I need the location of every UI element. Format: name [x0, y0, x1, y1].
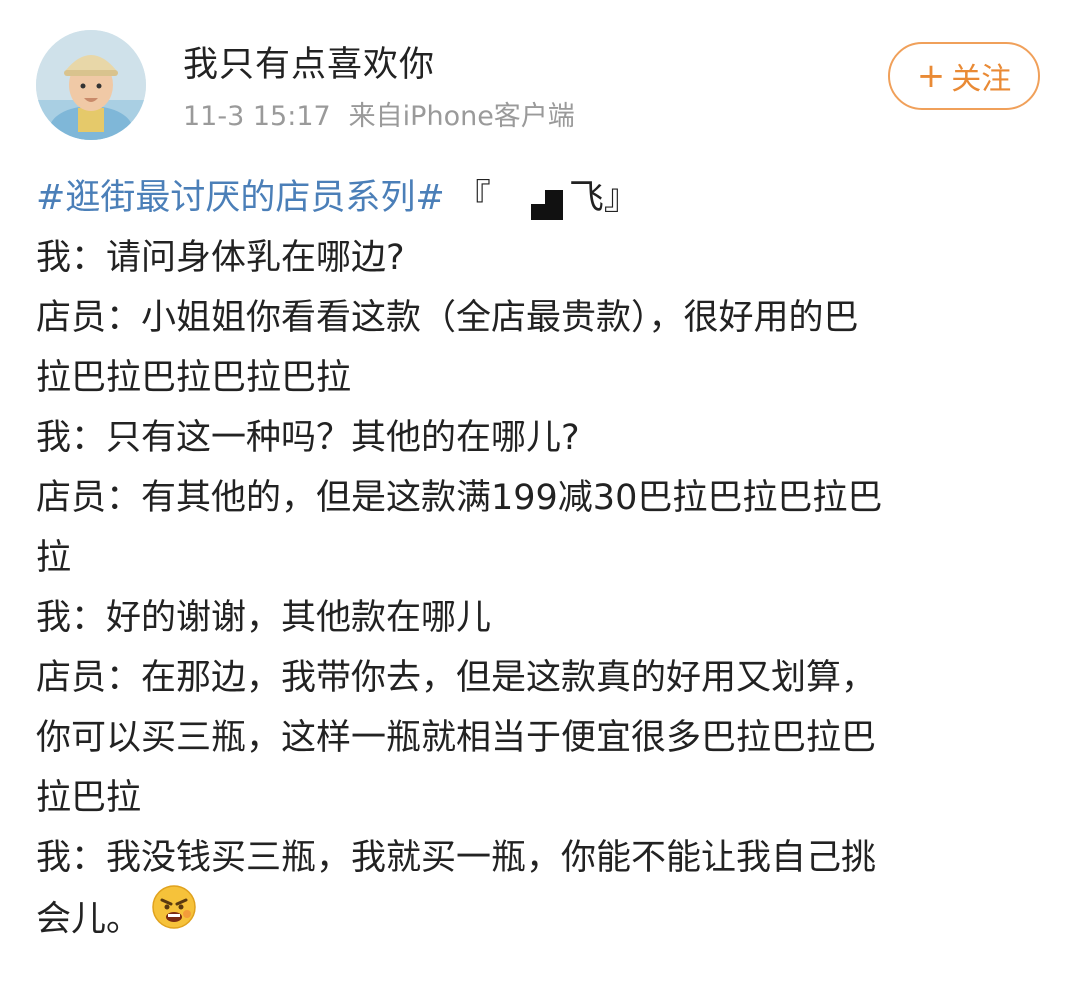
post-line: #逛街最讨厌的店员系列# 『 飞』 — [36, 168, 1046, 228]
post-line: 拉巴拉 — [36, 778, 142, 818]
post-line: 会儿。 — [36, 885, 1046, 948]
post-line: 店员：小姐姐你看看这款（全店最贵款），很好用的巴 — [36, 298, 859, 338]
hashtag-link[interactable]: #逛街最讨厌的店员系列# — [36, 178, 445, 218]
post-line: 店员：有其他的，但是这款满199减30巴拉巴拉巴拉巴 — [36, 478, 883, 518]
bracket-open: 『 — [455, 178, 491, 218]
post-line: 拉巴拉巴拉巴拉巴拉 — [36, 358, 352, 398]
post-last-text: 会儿。 — [36, 899, 142, 940]
post-meta: 11-3 15:17 来自iPhone客户端 — [183, 94, 575, 133]
post-line: 我：只有这一种吗？其他的在哪儿? — [36, 418, 580, 458]
post-line: 你可以买三瓶，这样一瓶就相当于便宜很多巴拉巴拉巴 — [36, 718, 877, 758]
post-source: 来自iPhone客户端 — [348, 101, 575, 132]
post-line: 我：请问身体乳在哪边? — [36, 238, 405, 278]
username[interactable]: 我只有点喜欢你 — [183, 36, 435, 87]
post-line: 我：好的谢谢，其他款在哪儿 — [36, 598, 492, 638]
avatar-photo — [36, 30, 146, 140]
redacted-mark — [530, 190, 563, 220]
follow-button[interactable]: + 关注 — [888, 42, 1040, 110]
follow-button-label: 关注 — [951, 62, 1012, 97]
post-body: #逛街最讨厌的店员系列# 『 飞』 我：请问身体乳在哪边? 店员：小姐姐你看看这款… — [36, 168, 1046, 948]
post-line: 拉 — [36, 538, 72, 578]
post-line: 我：我没钱买三瓶，我就买一瓶，你能不能让我自己挑 — [36, 838, 877, 878]
post-line: 店员：在那边，我带你去，但是这款真的好用又划算， — [36, 658, 877, 698]
plus-icon: + — [916, 56, 946, 96]
angry-emoji-icon — [151, 884, 197, 949]
bracket-close: 飞』 — [568, 178, 639, 218]
timestamp: 11-3 15:17 — [183, 101, 331, 132]
avatar[interactable] — [36, 30, 146, 140]
